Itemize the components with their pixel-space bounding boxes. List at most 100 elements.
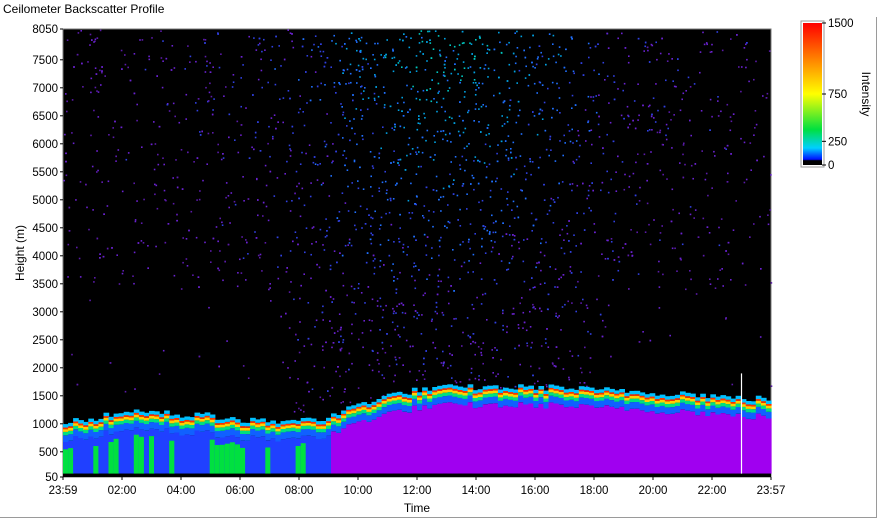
noise-speck [568, 378, 571, 381]
noise-speck [210, 95, 213, 98]
noise-speck [178, 121, 181, 124]
noise-speck [560, 329, 562, 331]
layer-band-yellow [138, 416, 145, 420]
noise-speck [286, 267, 288, 269]
noise-speck [459, 278, 461, 280]
noise-speck [515, 168, 518, 171]
noise-speck [478, 375, 480, 377]
noise-speck [303, 273, 305, 275]
noise-speck [362, 138, 364, 141]
layer-band-yellow [705, 403, 711, 406]
layer-band-red [234, 422, 241, 425]
layer-body [411, 405, 418, 474]
noise-speck [552, 55, 555, 58]
noise-speck [186, 265, 189, 267]
noise-speck [261, 270, 263, 272]
noise-speck [424, 69, 427, 71]
layer-band-blue [644, 405, 651, 413]
noise-speck [480, 278, 483, 280]
layer-body [553, 403, 560, 474]
layer-body [351, 423, 357, 474]
noise-speck [459, 225, 462, 227]
noise-speck [290, 149, 292, 152]
layer-patch [229, 442, 236, 475]
noise-speck [218, 365, 220, 368]
layer-body [174, 432, 180, 474]
layer-band-blue [255, 430, 261, 438]
layer-band-cyan [326, 417, 332, 422]
noise-speck [676, 270, 678, 272]
noise-speck [459, 81, 461, 84]
noise-speck [147, 267, 149, 269]
noise-speck [699, 71, 701, 74]
noise-speck [148, 55, 150, 58]
noise-speck [466, 145, 468, 148]
noise-speck [409, 370, 411, 373]
noise-speck [663, 105, 666, 108]
noise-speck [437, 274, 439, 277]
layer-band-green [265, 430, 271, 434]
noise-speck [217, 151, 219, 154]
noise-speck [368, 214, 370, 216]
noise-speck [561, 181, 564, 183]
noise-speck [299, 163, 302, 165]
noise-speck [549, 266, 551, 268]
layer-band-cyan [543, 390, 550, 394]
noise-speck [471, 303, 474, 306]
layer-band-blue [320, 432, 327, 439]
noise-speck [324, 61, 327, 64]
x-tick-label: 23:59 [49, 485, 78, 497]
noise-speck [199, 134, 202, 136]
noise-speck [376, 359, 379, 361]
layer-band-yellow [260, 423, 266, 427]
noise-speck [277, 277, 280, 280]
noise-speck [332, 298, 335, 300]
noise-speck [360, 109, 362, 111]
noise-speck [470, 183, 472, 185]
layer-band-blue [103, 423, 110, 431]
layer-body [674, 412, 681, 474]
layer-band-cyan [184, 416, 191, 420]
y-tick-label: 50 [45, 472, 58, 484]
layer-band-blue [78, 431, 84, 438]
noise-speck [289, 155, 292, 157]
noise-speck [339, 252, 341, 254]
noise-speck [494, 241, 496, 243]
noise-speck [396, 305, 398, 308]
noise-speck [374, 75, 377, 78]
layer-body [700, 411, 706, 474]
layer-band-blue [457, 397, 464, 405]
noise-speck [295, 402, 298, 404]
noise-speck [140, 222, 143, 224]
noise-speck [373, 58, 376, 61]
noise-speck [393, 380, 395, 383]
noise-speck [395, 358, 397, 361]
layer-band-yellow [234, 424, 241, 427]
noise-speck [770, 282, 773, 284]
noise-speck [545, 241, 547, 244]
noise-speck [534, 308, 537, 310]
noise-speck [497, 373, 499, 375]
noise-speck [449, 173, 451, 176]
noise-speck [400, 302, 403, 305]
noise-speck [425, 98, 428, 101]
noise-speck [610, 241, 613, 243]
noise-speck [94, 38, 97, 41]
noise-speck [453, 122, 456, 124]
noise-speck [612, 140, 615, 143]
noise-speck [382, 86, 385, 88]
noise-speck [320, 82, 322, 85]
noise-speck [435, 175, 438, 178]
noise-speck [571, 302, 573, 304]
layer-band-cyan [93, 420, 99, 425]
noise-speck [209, 82, 211, 85]
noise-speck [133, 182, 135, 185]
colorbar[interactable] [803, 23, 822, 165]
noise-speck [670, 119, 672, 121]
noise-speck [444, 225, 446, 227]
layer-band-yellow [93, 425, 99, 429]
noise-speck [394, 374, 396, 377]
noise-speck [261, 86, 263, 89]
noise-speck [277, 266, 279, 268]
noise-speck [101, 71, 103, 74]
